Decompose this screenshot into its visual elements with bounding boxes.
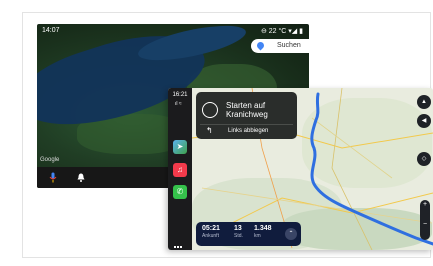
carplay-dock: 16:21 ıl ≈ ➤ ♫ ✆ xyxy=(168,88,192,250)
maps-icon[interactable]: ➤ xyxy=(173,140,187,154)
arrival-label: Ankunft xyxy=(202,233,219,239)
duration-block: 13 Std. xyxy=(234,225,243,239)
route-overview-button[interactable]: ◇ xyxy=(417,152,431,166)
audio-guidance-button[interactable]: ◀ xyxy=(417,114,431,128)
map-road xyxy=(331,88,373,250)
music-icon[interactable]: ♫ xyxy=(173,163,187,177)
app-grid-icon[interactable] xyxy=(174,236,186,248)
duration-label: Std. xyxy=(234,233,243,239)
arrival-time: 05:21 xyxy=(202,225,220,232)
bell-icon[interactable] xyxy=(77,173,85,182)
location-pin-icon xyxy=(255,40,266,51)
distance-block: 1.348 km xyxy=(254,225,272,239)
route-line xyxy=(310,92,433,246)
status-bar: 14:07 ⊖ 22 °C ▾◢ ▮ xyxy=(37,24,309,38)
turn-left-icon: ↰ xyxy=(206,126,213,135)
distance-value: 1.348 xyxy=(254,225,272,232)
microphone-icon[interactable] xyxy=(49,172,57,183)
chevron-up-icon[interactable]: ⌃ xyxy=(285,228,297,240)
duration-hours: 13 xyxy=(234,225,242,232)
arrival-block: 05:21 Ankunft xyxy=(202,225,220,239)
trip-eta-card[interactable]: 05:21 Ankunft 13 Std. 1.348 km ⌃ xyxy=(196,222,301,246)
status-indicators: ⊖ 22 °C ▾◢ ▮ xyxy=(260,28,303,35)
maneuver-card[interactable]: Starten auf Kranichweg ↰ Links abbiegen xyxy=(196,92,297,139)
distance-label: km xyxy=(254,233,261,239)
map-road xyxy=(201,187,433,224)
zoom-control[interactable]: + − xyxy=(420,200,430,240)
clock: 14:07 xyxy=(42,27,60,34)
carplay-screen: 16:21 ıl ≈ ➤ ♫ ✆ ▲ ◀ ◇ + − Starten auf Kr… xyxy=(168,88,433,250)
maneuver-subtitle: Links abbiegen xyxy=(228,128,269,134)
map-attribution: Google xyxy=(40,157,60,163)
map-road xyxy=(311,117,393,179)
wifi-icon: ıl ≈ xyxy=(175,101,182,107)
carplay-clock: 16:21 xyxy=(172,92,188,98)
compass-button[interactable]: ▲ xyxy=(417,95,431,109)
maneuver-title: Starten auf Kranichweg xyxy=(226,101,268,119)
phone-icon[interactable]: ✆ xyxy=(173,185,187,199)
divider xyxy=(200,124,293,125)
start-route-icon xyxy=(202,102,218,118)
search-button[interactable]: Suchen xyxy=(251,39,309,53)
search-label: Suchen xyxy=(277,42,301,49)
